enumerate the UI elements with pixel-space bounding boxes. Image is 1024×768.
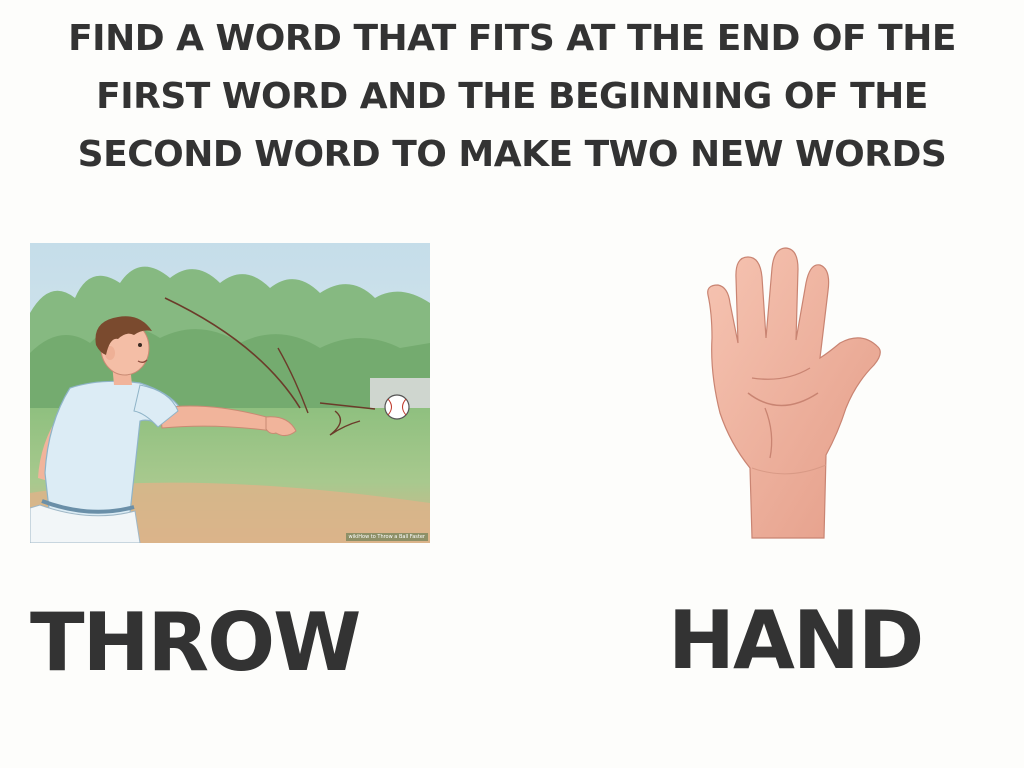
instruction-text: FIND A WORD THAT FITS AT THE END OF THE … (30, 10, 994, 184)
second-word: HAND (668, 594, 924, 687)
instruction-line-2: FIRST WORD AND THE BEGINNING OF THE (96, 76, 928, 117)
puzzle-slide: FIND A WORD THAT FITS AT THE END OF THE … (0, 0, 1024, 768)
throwing-illustration (30, 243, 430, 543)
open-hand-image (690, 243, 900, 543)
image-watermark: wikiHow to Throw a Ball Faster (345, 533, 428, 541)
hand-shape (707, 247, 881, 539)
open-palm-hand-icon (707, 247, 881, 539)
instruction-line-3: SECOND WORD TO MAKE TWO NEW WORDS (77, 134, 947, 175)
baseball-icon (384, 394, 410, 420)
first-word: THROW (30, 596, 361, 689)
boy-throwing-baseball-image: wikiHow to Throw a Ball Faster (30, 243, 430, 543)
instruction-line-1: FIND A WORD THAT FITS AT THE END OF THE (68, 18, 956, 59)
